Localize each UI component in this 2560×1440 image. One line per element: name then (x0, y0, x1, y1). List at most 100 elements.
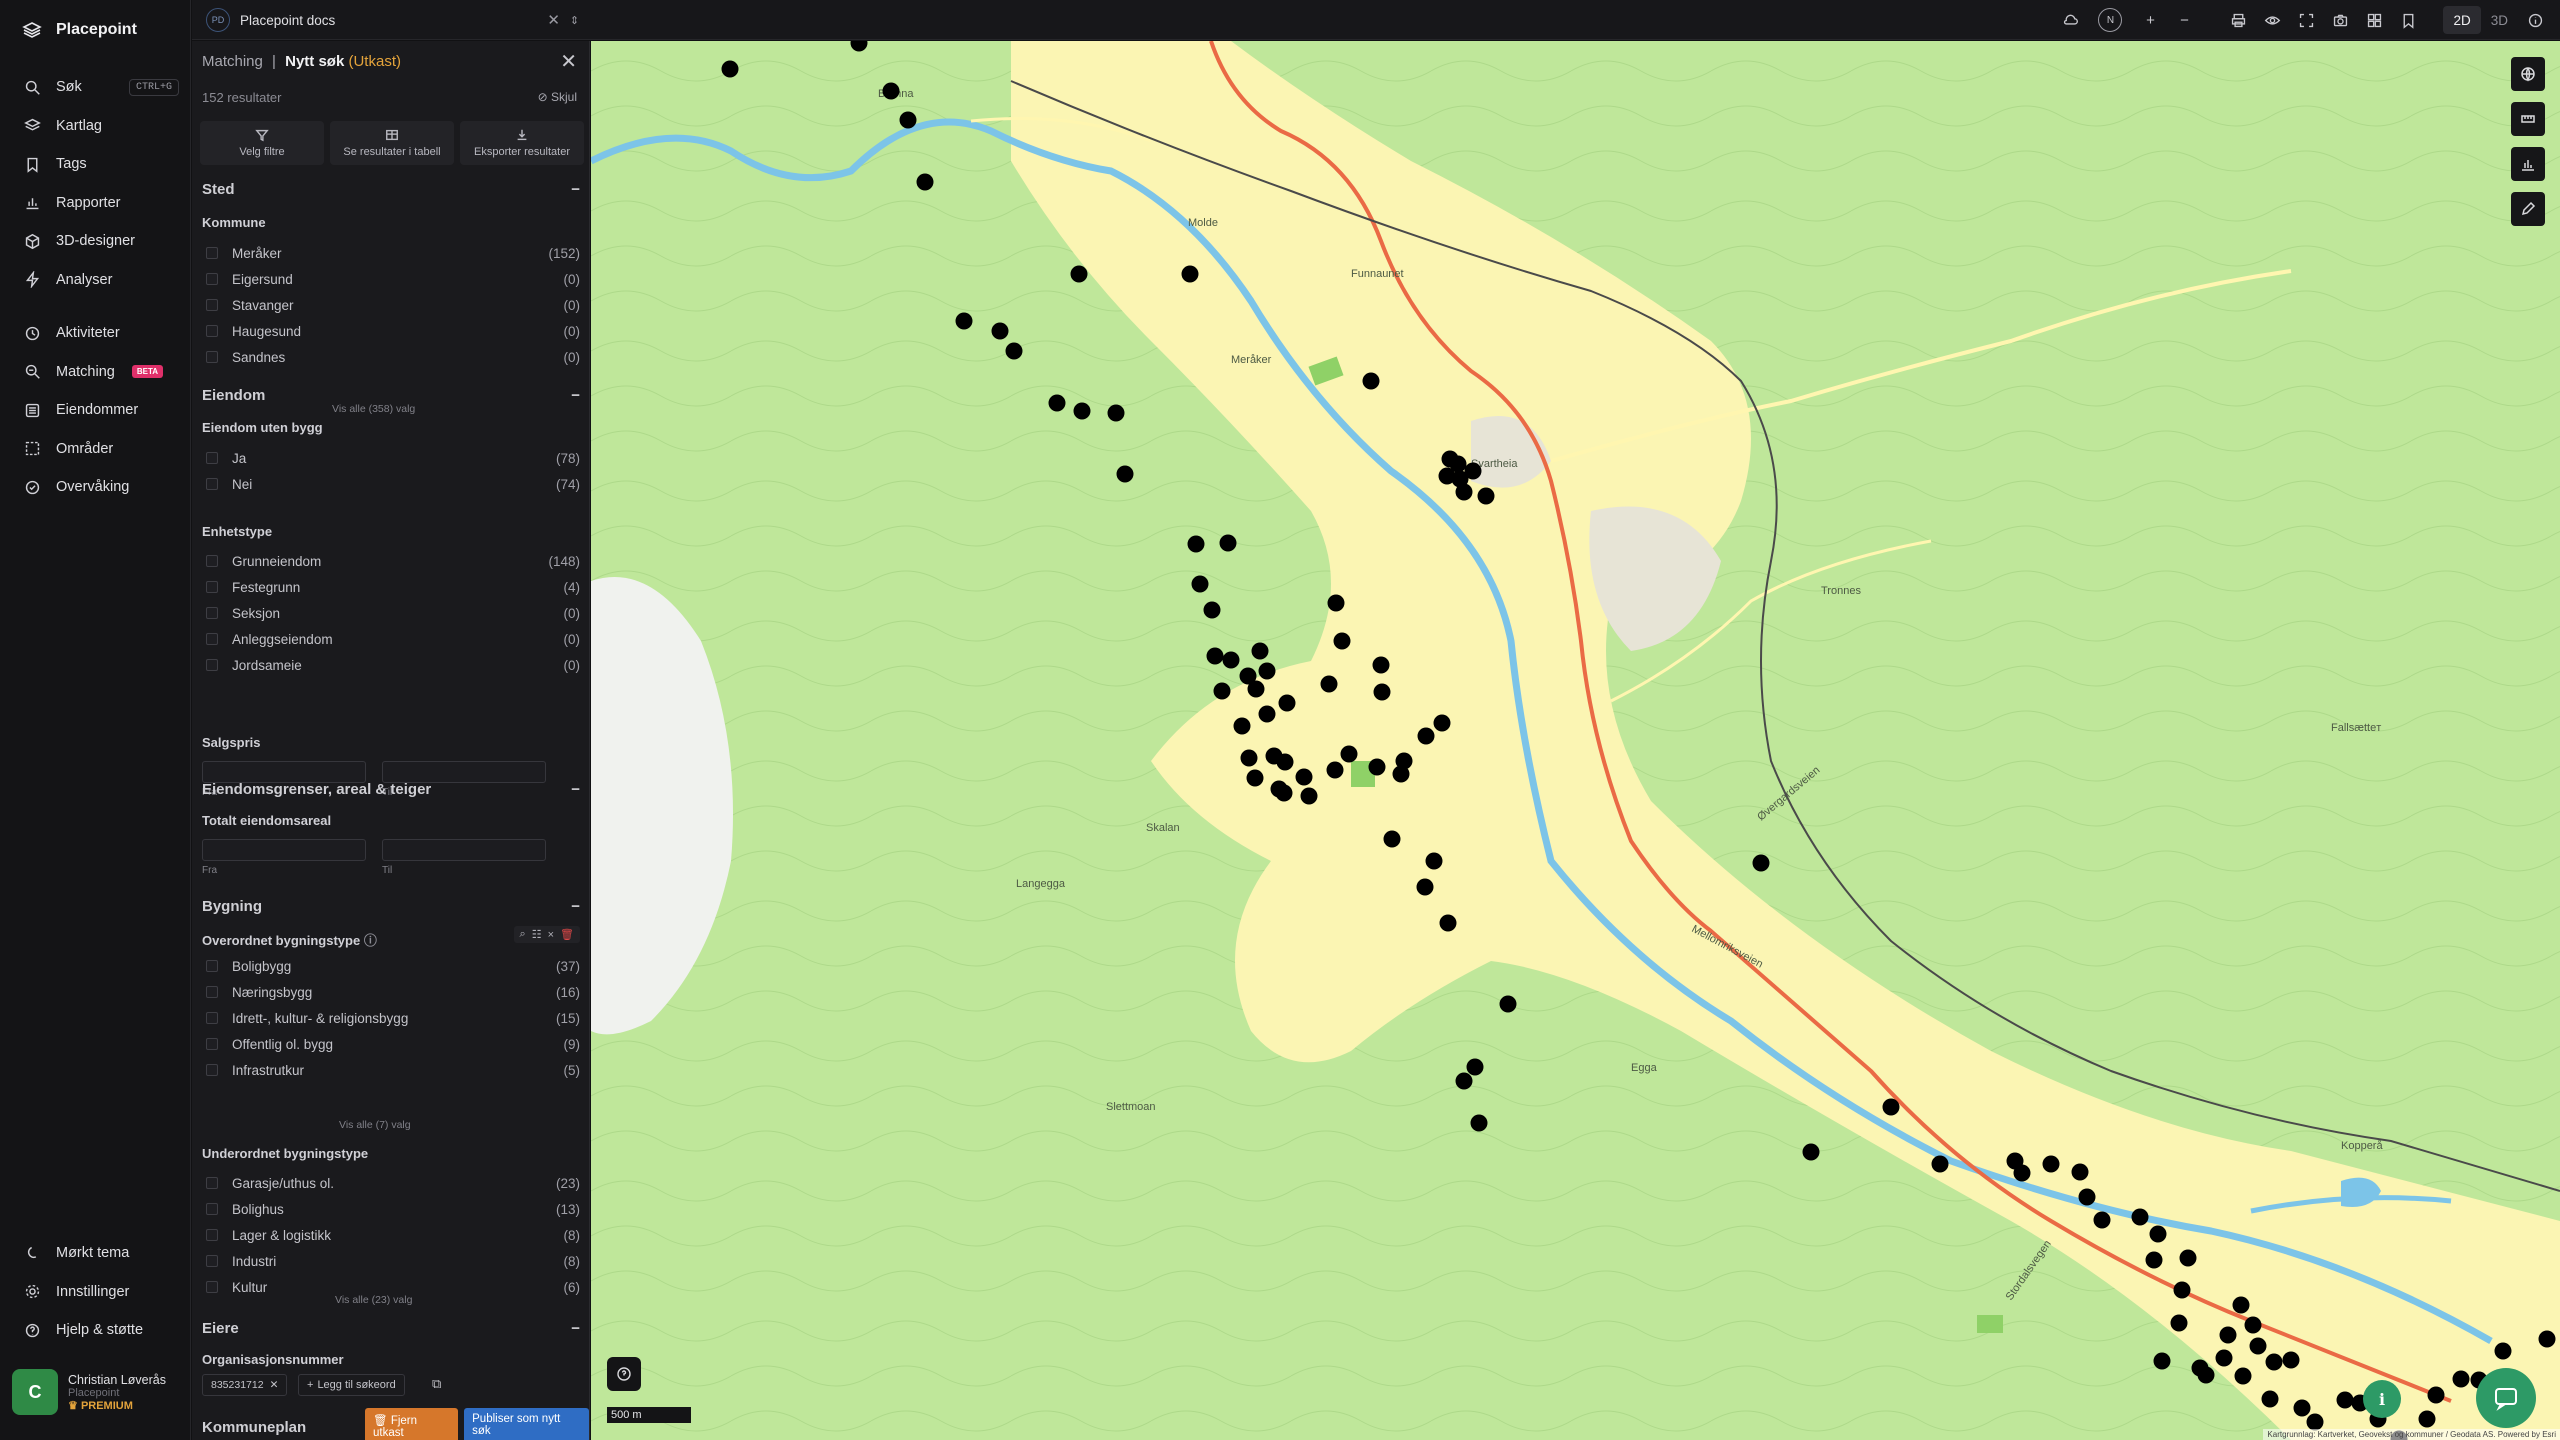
result-marker[interactable] (1368, 758, 1386, 776)
zoom-out-icon[interactable]: − (2167, 0, 2201, 40)
nav-item-matching[interactable]: Matching BETA (0, 353, 191, 392)
result-marker[interactable] (1070, 265, 1088, 283)
result-marker[interactable] (2071, 1163, 2089, 1181)
result-marker[interactable] (1278, 694, 1296, 712)
user-profile[interactable]: C Christian Løverås Placepoint ♛ PREMIUM (12, 1362, 182, 1422)
result-marker[interactable] (2219, 1326, 2237, 1344)
checkbox[interactable] (206, 986, 218, 998)
result-marker[interactable] (2234, 1367, 2252, 1385)
chevron-updown-icon[interactable]: ⇕ (570, 14, 579, 27)
result-marker[interactable] (1246, 769, 1264, 787)
result-marker[interactable] (1395, 752, 1413, 770)
result-marker[interactable] (1219, 534, 1237, 552)
result-marker[interactable] (1258, 705, 1276, 723)
result-marker[interactable] (2306, 1413, 2324, 1431)
close-icon[interactable]: ✕ (547, 11, 560, 29)
result-marker[interactable] (2093, 1211, 2111, 1229)
result-marker[interactable] (2197, 1366, 2215, 1384)
filter-option[interactable]: Bolighus (13) (202, 1196, 580, 1222)
measure-tool[interactable] (2511, 102, 2545, 136)
result-marker[interactable] (1477, 487, 1495, 505)
checkbox[interactable] (206, 1038, 218, 1050)
filter-option[interactable]: Eigersund (0) (202, 266, 580, 292)
result-marker[interactable] (1247, 680, 1265, 698)
info-circle-icon[interactable]: ⓘ (364, 933, 377, 948)
result-marker[interactable] (2215, 1349, 2233, 1367)
result-marker[interactable] (2452, 1370, 2470, 1388)
view-3d-toggle[interactable]: 3D (2481, 6, 2518, 34)
filter-option[interactable]: Sandnes (0) (202, 344, 580, 370)
section-header[interactable]: Bygning − (202, 898, 580, 915)
filter-option[interactable]: Lager & logistikk (8) (202, 1222, 580, 1248)
result-marker[interactable] (1073, 402, 1091, 420)
chat-button[interactable] (2476, 1368, 2536, 1428)
collapse-icon[interactable]: − (571, 1320, 580, 1337)
nav-item-rapporter[interactable]: Rapporter (0, 184, 191, 223)
collapse-icon[interactable]: − (571, 387, 580, 404)
result-marker[interactable] (1187, 535, 1205, 553)
result-marker[interactable] (1295, 768, 1313, 786)
result-marker[interactable] (2170, 1314, 2188, 1332)
collapse-icon[interactable]: − (571, 181, 580, 198)
filter-option[interactable]: Haugesund (0) (202, 318, 580, 344)
result-marker[interactable] (1107, 404, 1125, 422)
result-marker[interactable] (1372, 656, 1390, 674)
map-help-button[interactable] (607, 1357, 641, 1391)
salgspris-to-input[interactable] (382, 761, 546, 783)
nav-item-dark-theme[interactable]: Mørkt tema (0, 1234, 191, 1273)
result-marker[interactable] (2265, 1353, 2283, 1371)
checkbox[interactable] (206, 452, 218, 464)
nav-item-kartlag[interactable]: Kartlag (0, 107, 191, 146)
result-marker[interactable] (721, 60, 739, 78)
result-marker[interactable] (1048, 394, 1066, 412)
result-marker[interactable] (1222, 651, 1240, 669)
print-icon[interactable] (2221, 0, 2255, 40)
camera-icon[interactable] (2323, 0, 2357, 40)
result-marker[interactable] (1213, 682, 1231, 700)
result-marker[interactable] (1181, 265, 1199, 283)
result-marker[interactable] (1240, 749, 1258, 767)
section-header[interactable]: Eiendomsgrenser, areal & teiger − (202, 781, 580, 798)
filter-option[interactable]: Offentlig ol. bygg (9) (202, 1031, 580, 1057)
checkbox[interactable] (206, 351, 218, 363)
result-marker[interactable] (2232, 1296, 2250, 1314)
result-marker[interactable] (1340, 745, 1358, 763)
result-marker[interactable] (1005, 342, 1023, 360)
clear-icon[interactable]: × (548, 929, 554, 941)
checkbox[interactable] (206, 555, 218, 567)
result-marker[interactable] (882, 82, 900, 100)
checkbox[interactable] (206, 659, 218, 671)
result-marker[interactable] (2427, 1386, 2445, 1404)
result-marker[interactable] (1362, 372, 1380, 390)
result-marker[interactable] (1333, 632, 1351, 650)
eye-icon[interactable] (2255, 0, 2289, 40)
result-marker[interactable] (2261, 1390, 2279, 1408)
chart-tool[interactable] (2511, 147, 2545, 181)
trash-icon[interactable]: 🗑 (560, 928, 574, 941)
result-marker[interactable] (1439, 914, 1457, 932)
brand[interactable]: Placepoint (22, 20, 137, 40)
result-marker[interactable] (1203, 601, 1221, 619)
nav-item-help[interactable]: Hjelp & støtte (0, 1311, 191, 1350)
close-icon[interactable]: ✕ (560, 49, 577, 74)
result-marker[interactable] (1258, 662, 1276, 680)
collapse-icon[interactable]: − (571, 781, 580, 798)
result-marker[interactable] (1416, 878, 1434, 896)
result-marker[interactable] (1300, 787, 1318, 805)
result-marker[interactable] (2013, 1164, 2031, 1182)
result-marker[interactable] (1455, 1072, 1473, 1090)
result-marker[interactable] (2153, 1352, 2171, 1370)
checkbox[interactable] (206, 607, 218, 619)
result-marker[interactable] (2282, 1351, 2300, 1369)
checkbox[interactable] (206, 299, 218, 311)
result-marker[interactable] (899, 111, 917, 129)
checkbox[interactable] (206, 633, 218, 645)
result-marker[interactable] (1417, 727, 1435, 745)
result-marker[interactable] (1206, 647, 1224, 665)
nav-item-overvaking[interactable]: Overvåking (0, 468, 191, 507)
result-marker[interactable] (991, 322, 1009, 340)
filter-option[interactable]: Næringsbygg (16) (202, 979, 580, 1005)
result-marker[interactable] (2149, 1225, 2167, 1243)
publish-search-button[interactable]: Publiser som nytt søk (464, 1408, 589, 1440)
result-marker[interactable] (1455, 483, 1473, 501)
